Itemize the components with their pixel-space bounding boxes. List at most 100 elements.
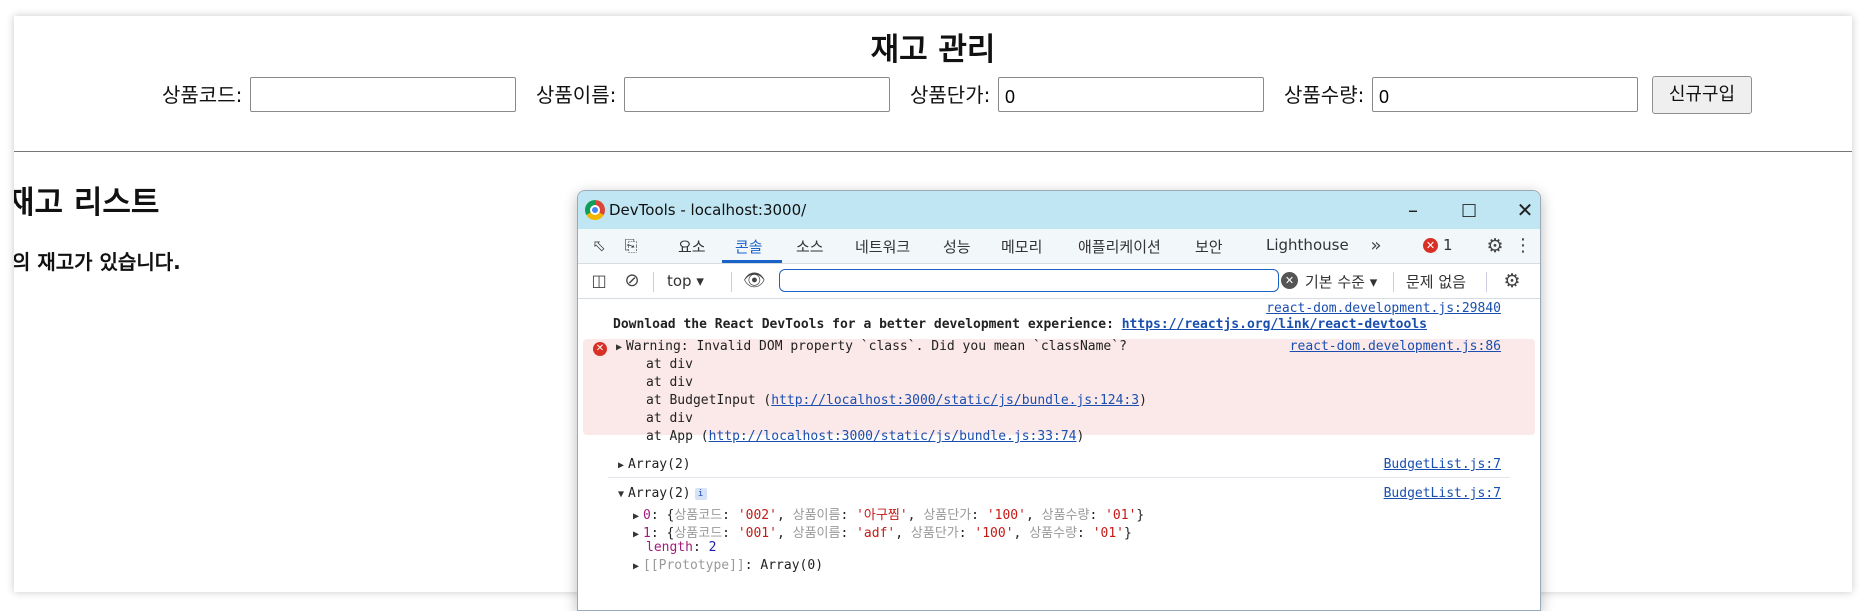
- product-code-input[interactable]: [250, 77, 516, 112]
- inspect-element-icon[interactable]: ⬁: [588, 235, 610, 257]
- object-key: 상품코드: [674, 508, 723, 523]
- source-link[interactable]: react-dom.development.js:86: [1290, 339, 1501, 354]
- tab-application[interactable]: 애플리케이션: [1078, 236, 1161, 257]
- product-name-label: 상품이름:: [536, 83, 617, 107]
- info-icon[interactable]: i: [694, 488, 707, 500]
- devtools-tab-bar: ⬁ ⎘ 요소 콘솔 소스 네트워크 성능 메모리 애플리케이션 보안 Light…: [578, 229, 1540, 264]
- object-value: '01': [1105, 508, 1137, 523]
- product-name-input[interactable]: [624, 77, 890, 112]
- expand-triangle-icon[interactable]: ▶: [633, 529, 643, 540]
- object-key: 상품수량: [1041, 508, 1090, 523]
- live-expression-eye-icon[interactable]: 👁: [743, 270, 766, 292]
- expand-triangle-icon[interactable]: ▶: [633, 561, 643, 572]
- react-devtools-link[interactable]: https://reactjs.org/link/react-devtools: [1122, 317, 1427, 332]
- object-value: 'adf': [856, 526, 896, 541]
- product-price-label: 상품단가:: [910, 83, 991, 107]
- tab-network[interactable]: 네트워크: [855, 236, 910, 257]
- page-title: 재고 관리: [870, 32, 996, 68]
- object-key: 상품수량: [1029, 526, 1078, 541]
- length-value: 2: [708, 540, 717, 555]
- object-value: '01': [1092, 526, 1125, 541]
- object-value: '아구찜': [856, 508, 908, 523]
- devtools-titlebar[interactable]: DevTools - localhost:3000/ – □ ✕: [578, 191, 1540, 229]
- tab-elements[interactable]: 요소: [678, 236, 706, 257]
- object-key: 상품이름: [792, 508, 841, 523]
- new-purchase-button[interactable]: 신규구입: [1652, 76, 1752, 114]
- stack-frame-text: at BudgetInput (: [646, 393, 772, 408]
- object-value: '100': [974, 526, 1014, 541]
- stack-frame-link[interactable]: http://localhost:3000/static/js/bundle.j…: [709, 429, 1077, 444]
- stack-frame: at div: [646, 411, 693, 426]
- object-key: 상품단가: [910, 526, 959, 541]
- toolbar-separator: [653, 272, 654, 292]
- console-log-array[interactable]: ▶ Array(2): [618, 457, 691, 472]
- stack-frame: at div: [646, 375, 693, 390]
- product-qty-input[interactable]: [1372, 77, 1638, 112]
- active-tab-indicator: [722, 260, 782, 263]
- array-prototype[interactable]: ▶ [[Prototype]]: Array(0): [633, 558, 823, 573]
- prototype-key: [[Prototype]]: [643, 558, 745, 573]
- toolbar-separator: [731, 272, 732, 292]
- devtools-window: DevTools - localhost:3000/ – □ ✕ ⬁ ⎘ 요소 …: [577, 190, 1541, 611]
- toolbar-separator: [1486, 272, 1487, 292]
- tab-memory[interactable]: 메모리: [1001, 236, 1042, 257]
- stack-frame-text: ): [1076, 429, 1085, 444]
- array-label: Array(2): [628, 486, 691, 501]
- tab-console[interactable]: 콘솔: [735, 236, 763, 257]
- more-tabs-icon[interactable]: »: [1365, 235, 1387, 257]
- inventory-status-text: 의 재고가 있습니다.: [14, 250, 181, 274]
- settings-gear-icon[interactable]: ⚙: [1484, 235, 1506, 257]
- issues-status[interactable]: 문제 없음: [1406, 271, 1466, 292]
- expand-triangle-icon[interactable]: ▶: [618, 460, 628, 471]
- chrome-icon: [585, 200, 605, 220]
- source-link[interactable]: react-dom.development.js:29840: [1266, 301, 1501, 316]
- console-filter-input[interactable]: [779, 269, 1279, 292]
- object-value: '100': [986, 508, 1026, 523]
- maximize-icon[interactable]: □: [1454, 195, 1484, 225]
- object-key: 상품코드: [674, 526, 723, 541]
- collapse-triangle-icon[interactable]: ▼: [618, 489, 628, 500]
- product-price-input[interactable]: [998, 77, 1264, 112]
- minimize-icon[interactable]: –: [1398, 195, 1428, 225]
- tab-sources[interactable]: 소스: [796, 236, 824, 257]
- object-key: 상품단가: [923, 508, 972, 523]
- array-index: 0: [643, 508, 651, 523]
- expand-triangle-icon[interactable]: ▶: [633, 511, 643, 522]
- expand-triangle-icon[interactable]: ▶: [616, 342, 626, 353]
- product-qty-label: 상품수량:: [1284, 83, 1365, 107]
- more-options-icon[interactable]: ⋮: [1512, 235, 1534, 257]
- object-value: '001': [737, 526, 777, 541]
- product-code-label: 상품코드:: [162, 83, 243, 107]
- clear-console-icon[interactable]: ⊘: [621, 270, 643, 292]
- stack-frame-link[interactable]: http://localhost:3000/static/js/bundle.j…: [771, 393, 1139, 408]
- stack-frame: at App (http://localhost:3000/static/js/…: [646, 429, 1084, 444]
- sidebar-toggle-icon[interactable]: ◫: [588, 270, 610, 292]
- array-index: 1: [643, 526, 651, 541]
- devtools-window-title: DevTools - localhost:3000/: [609, 201, 807, 219]
- inventory-list-title: 재고 리스트: [14, 185, 160, 221]
- array-label: Array(2): [628, 457, 691, 472]
- close-icon[interactable]: ✕: [1510, 195, 1540, 225]
- source-link[interactable]: BudgetList.js:7: [1384, 486, 1501, 501]
- length-key: length: [646, 540, 693, 555]
- error-message[interactable]: ▶ Warning: Invalid DOM property `class`. …: [616, 339, 1127, 354]
- context-selector[interactable]: top ▾: [667, 272, 704, 290]
- log-level-value: 기본 수준: [1305, 273, 1365, 291]
- clear-filter-icon[interactable]: ✕: [1281, 272, 1298, 289]
- console-settings-gear-icon[interactable]: ⚙: [1501, 270, 1523, 292]
- device-toolbar-icon[interactable]: ⎘: [620, 235, 642, 257]
- array-item[interactable]: ▶ 1: {상품코드: '001', 상품이름: 'adf', 상품단가: '10…: [633, 522, 1132, 541]
- tab-lighthouse[interactable]: Lighthouse: [1266, 236, 1349, 254]
- error-count[interactable]: 1: [1443, 236, 1453, 254]
- console-log-array[interactable]: ▼ Array(2) i: [618, 486, 707, 501]
- prototype-value: Array(0): [760, 558, 824, 573]
- stack-frame: at BudgetInput (http://localhost:3000/st…: [646, 393, 1147, 408]
- array-item[interactable]: ▶ 0: {상품코드: '002', 상품이름: '아구찜', 상품단가: '10…: [633, 504, 1144, 523]
- error-badge-icon[interactable]: ✕: [1423, 238, 1438, 253]
- toolbar-separator: [1393, 272, 1394, 292]
- tab-security[interactable]: 보안: [1195, 236, 1223, 257]
- log-level-selector[interactable]: 기본 수준 ▾: [1305, 271, 1377, 292]
- tab-performance[interactable]: 성능: [943, 236, 971, 257]
- source-link[interactable]: BudgetList.js:7: [1384, 457, 1501, 472]
- error-icon: ✕: [593, 342, 607, 356]
